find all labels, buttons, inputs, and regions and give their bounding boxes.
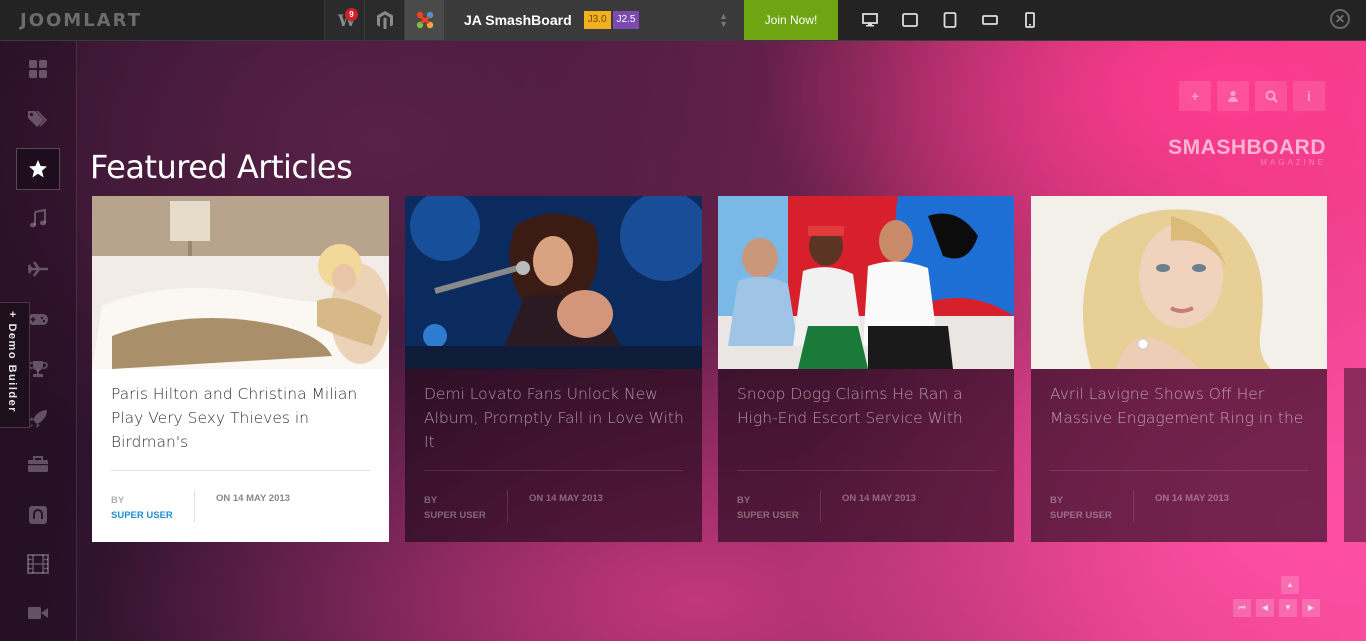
divider <box>507 490 508 522</box>
author-link[interactable]: SUPER USER <box>737 508 799 523</box>
demo-builder-label: + Demo Builder <box>6 311 18 413</box>
select-arrows-icon: ▲ ▼ <box>719 11 728 29</box>
article-image[interactable] <box>92 196 389 369</box>
article-date: ON 14 MAY 2013 <box>842 493 916 504</box>
divider <box>1050 470 1308 471</box>
article-title[interactable]: Avril Lavigne Shows Off Her Massive Enga… <box>1050 382 1310 430</box>
logo-text: JOOMLART <box>20 9 142 31</box>
magento-icon <box>376 11 393 30</box>
device-switcher <box>838 0 1050 40</box>
author-link[interactable]: SUPER USER <box>1050 508 1112 523</box>
phone-portrait-icon[interactable] <box>1010 0 1050 41</box>
close-icon[interactable]: ✕ <box>1330 9 1350 29</box>
article-date: ON 14 MAY 2013 <box>1155 493 1229 504</box>
version-j25-badge[interactable]: J2.5 <box>612 11 640 29</box>
music-icon[interactable] <box>16 198 60 240</box>
article-date: ON 14 MAY 2013 <box>529 493 603 504</box>
smashboard-logo[interactable]: SMASHBOARD MAGAZINE <box>1140 136 1326 167</box>
article-title[interactable]: Paris Hilton and Christina Milian Play V… <box>111 382 372 454</box>
article-byline: BY SUPER USER <box>424 493 486 523</box>
divider <box>737 470 995 471</box>
by-label: BY <box>424 495 438 506</box>
plane-icon[interactable] <box>16 248 60 290</box>
dashboard-icon[interactable] <box>16 48 60 90</box>
tablet-portrait-icon[interactable] <box>930 0 970 41</box>
first-icon[interactable]: ⏮ <box>1233 599 1251 617</box>
article-byline: BY SUPER USER <box>1050 493 1112 523</box>
prev-icon[interactable]: ◀ <box>1256 599 1274 617</box>
brand-name: SMASHBOARD <box>1168 136 1326 159</box>
plus-icon[interactable]: + <box>1179 81 1211 111</box>
article-card[interactable]: Paris Hilton and Christina Milian Play V… <box>92 196 389 542</box>
author-link[interactable]: SUPER USER <box>111 508 173 523</box>
article-card[interactable]: Avril Lavigne Shows Off Her Massive Enga… <box>1031 196 1327 542</box>
article-card[interactable]: Snoop Dogg Claims He Ran a High-End Esco… <box>718 196 1014 542</box>
tablet-landscape-icon[interactable] <box>890 0 930 41</box>
next-article-card-peek[interactable] <box>1344 368 1366 542</box>
joomla-button[interactable] <box>404 0 444 40</box>
author-link[interactable]: SUPER USER <box>424 508 486 523</box>
joomlart-logo[interactable]: JOOMLART <box>0 0 324 40</box>
article-title[interactable]: Snoop Dogg Claims He Ran a High-End Esco… <box>737 382 997 430</box>
joomla-icon <box>416 11 433 29</box>
next-icon[interactable]: ▶ <box>1302 599 1320 617</box>
top-bar: JOOMLART W 9 JA SmashBoard J3.0 J2.5 ▲ ▼ … <box>0 0 1366 41</box>
divider <box>194 490 195 522</box>
divider <box>424 470 683 471</box>
phone-landscape-icon[interactable] <box>970 0 1010 41</box>
article-title[interactable]: Demi Lovato Fans Unlock New Album, Promp… <box>424 382 685 454</box>
header-actions: + i <box>1179 81 1325 111</box>
briefcase-icon[interactable] <box>16 443 60 485</box>
desktop-icon[interactable] <box>850 0 890 41</box>
article-byline: BY SUPER USER <box>737 493 799 523</box>
article-image[interactable] <box>1031 196 1327 369</box>
article-date: ON 14 MAY 2013 <box>216 493 290 504</box>
notification-badge: 9 <box>345 8 358 21</box>
by-label: BY <box>737 495 751 506</box>
article-card[interactable]: Demi Lovato Fans Unlock New Album, Promp… <box>405 196 702 542</box>
divider <box>1133 490 1134 522</box>
film-icon[interactable] <box>16 543 60 585</box>
article-image[interactable] <box>405 196 702 369</box>
by-label: BY <box>1050 495 1064 506</box>
github-icon[interactable] <box>16 494 60 536</box>
info-icon[interactable]: i <box>1293 81 1325 111</box>
version-j3-badge[interactable]: J3.0 <box>583 11 611 29</box>
by-label: BY <box>111 495 125 506</box>
product-name: JA SmashBoard <box>464 12 572 28</box>
product-selector[interactable]: JA SmashBoard J3.0 J2.5 ▲ ▼ <box>444 0 744 40</box>
demo-builder-tab[interactable]: + Demo Builder <box>0 302 30 428</box>
article-image[interactable] <box>718 196 1014 369</box>
pager-controls: ⏮ ◀ ▼ ▶ <box>1233 599 1320 617</box>
search-icon[interactable] <box>1255 81 1287 111</box>
star-icon[interactable] <box>16 148 60 190</box>
section-title: Featured Articles <box>90 148 353 186</box>
user-icon[interactable] <box>1217 81 1249 111</box>
magento-button[interactable] <box>364 0 404 40</box>
up-icon[interactable]: ▲ <box>1281 576 1299 594</box>
divider <box>820 490 821 522</box>
tags-icon[interactable] <box>16 98 60 140</box>
down-icon[interactable]: ▼ <box>1279 599 1297 617</box>
article-byline: BY SUPER USER <box>111 493 173 523</box>
wordpress-button[interactable]: W 9 <box>324 0 364 40</box>
video-icon[interactable] <box>16 592 60 634</box>
join-now-button[interactable]: Join Now! <box>744 0 838 40</box>
divider <box>111 470 370 471</box>
